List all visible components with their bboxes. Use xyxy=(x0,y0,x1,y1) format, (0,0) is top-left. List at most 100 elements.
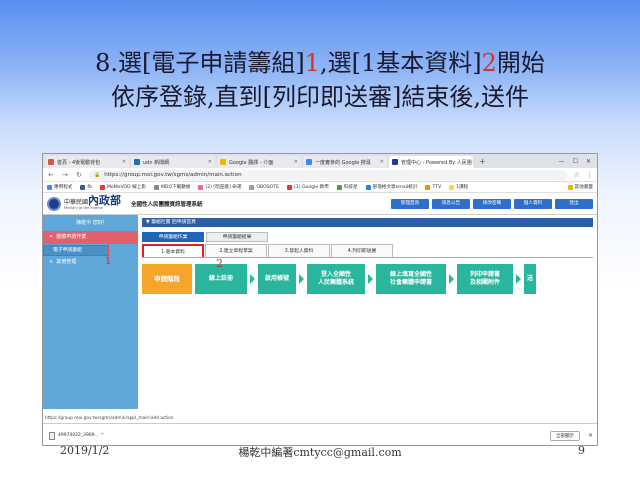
browser-tab[interactable]: 首頁 - 4後電動背包 ✕ xyxy=(45,156,129,168)
bookmark-favicon-icon xyxy=(198,184,204,190)
file-icon xyxy=(49,431,55,440)
sidebar: 陳乾中 您好! ✕ 團體申請作業 電子申請籌組 + 其他管理 xyxy=(43,215,138,409)
step-charter-draft[interactable]: 2.建立章程草案 xyxy=(205,244,267,257)
close-download-icon[interactable]: ✕ xyxy=(588,432,593,439)
tab-favicon-icon xyxy=(48,159,54,165)
tab-favicon-icon xyxy=(306,159,312,165)
flow-step: 啟用帳號 xyxy=(258,264,296,294)
tab-label: Google 翻譯 - 介面 xyxy=(229,159,274,166)
bookmark-item[interactable]: 部落格文章email統計 xyxy=(365,184,418,190)
header-button[interactable]: 個人資料 xyxy=(514,198,552,209)
step-marker-2: 2 xyxy=(216,257,223,270)
bookmark-favicon-icon xyxy=(365,184,371,190)
browser-tab[interactable]: udn 新聞網 ✕ xyxy=(131,156,215,168)
header-button[interactable]: 訊息公告 xyxy=(432,198,470,209)
step-founders[interactable]: 3.發起人資料 xyxy=(268,244,330,257)
bookmark-item[interactable]: (2) [暗巫廠] 命運 xyxy=(198,184,241,190)
tab-apply-form[interactable]: 申請籌組作業 xyxy=(142,232,204,242)
bookmark-item[interactable]: (1) Google 教學 xyxy=(286,184,329,190)
bookmark-favicon-icon xyxy=(449,184,455,190)
collapse-icon: ✕ xyxy=(49,234,54,240)
bookmark-item[interactable]: TTV xyxy=(425,184,442,190)
tab-favicon-icon xyxy=(220,159,226,165)
bookmark-item[interactable]: MoMoVOD 線上影 xyxy=(99,184,146,190)
site-logo[interactable]: 中華民國內政部 Ministry of the Interior xyxy=(64,195,121,210)
slide-title-line1: 8.選[電子申請籌組]1,選[1基本資料]2開始 xyxy=(0,46,640,80)
logo-subtitle: Ministry of the Interior xyxy=(64,206,104,210)
tab-close-icon[interactable]: ✕ xyxy=(380,159,384,165)
download-item[interactable]: 49970022_3969... ^ xyxy=(49,431,104,440)
tab-apply-result[interactable]: 申請籌組結果 xyxy=(206,232,268,242)
tab-label: 管理中心 - Powered By 人民團 xyxy=(401,159,472,166)
bookmark-favicon-icon xyxy=(99,184,105,190)
tab-label: 首頁 - 4後電動背包 xyxy=(57,159,101,166)
header-buttons: 管理首頁 訊息公告 修改密碼 個人資料 登出 xyxy=(391,198,593,209)
new-tab-button[interactable]: + xyxy=(475,156,490,168)
step-tabs: 1.基本資料 2.建立章程草案 3.發起人資料 4.列印即送審 xyxy=(142,244,593,258)
tab-close-icon[interactable]: ✕ xyxy=(472,159,473,165)
browser-tab-bar: 首頁 - 4後電動背包 ✕ udn 新聞網 ✕ Google 翻譯 - 介面 ✕ 一度實參的… xyxy=(43,154,597,168)
bookmark-item[interactable]: 應用程式 xyxy=(47,184,72,190)
header-button[interactable]: 管理首頁 xyxy=(391,198,429,209)
lock-icon: 🔒 xyxy=(94,171,101,178)
slide-footer: 2019/1/2 楊乾中編著cmtycc@gmail.com 9 xyxy=(0,444,640,459)
sidebar-item-e-apply[interactable]: 電子申請籌組 xyxy=(43,245,109,256)
bookmark-favicon-icon xyxy=(425,184,431,190)
breadcrumb[interactable]: ▼ 籌組社團 回申請首頁 xyxy=(142,218,593,227)
title-text-part2: ,選[1基本資料] xyxy=(320,49,482,77)
bookmark-favicon-icon xyxy=(47,184,52,190)
process-flow: 申請階段 線上註冊 啟用帳號 登入全國性 人民團體系統 線上填寫全國性 社會團體申請書… xyxy=(142,264,593,294)
header-button[interactable]: 修改密碼 xyxy=(473,198,511,209)
reload-icon[interactable]: ↻ xyxy=(75,171,83,179)
window-controls: — ☐ ✕ xyxy=(559,156,597,168)
bookmark-label: 科技星 xyxy=(343,185,358,190)
flow-arrow-icon xyxy=(449,274,454,284)
bookmark-label: 部落格文章email統計 xyxy=(372,185,418,190)
step-basic-info[interactable]: 1.基本資料 xyxy=(142,244,204,257)
sidebar-item-other[interactable]: + 其他管理 xyxy=(43,256,138,269)
slide-title: 8.選[電子申請籌組]1,選[1基本資料]2開始 依序登錄,直到[列印即送審]結… xyxy=(0,46,640,114)
forward-icon[interactable]: → xyxy=(61,171,69,179)
menu-icon[interactable]: ⋮ xyxy=(586,171,593,179)
back-icon[interactable]: ← xyxy=(47,171,55,179)
bookmark-other[interactable]: 其他書籤 xyxy=(567,184,593,190)
flow-step: 列印申請書 及相關附件 xyxy=(457,264,513,294)
tab-close-icon[interactable]: ✕ xyxy=(208,159,212,165)
star-icon[interactable]: ☆ xyxy=(574,171,580,179)
step-print-submit[interactable]: 4.列印即送審 xyxy=(331,244,393,257)
flow-step: 登入全國性 人民團體系統 xyxy=(307,264,365,294)
browser-tab[interactable]: Google 翻譯 - 介面 ✕ xyxy=(217,156,301,168)
bookmark-label: MoMoVOD 線上影 xyxy=(106,185,146,190)
tab-close-icon[interactable]: ✕ xyxy=(122,159,126,165)
show-all-button[interactable]: 全部顯示 xyxy=(549,430,580,441)
flow-arrow-icon xyxy=(368,274,373,284)
minimize-icon[interactable]: — xyxy=(559,156,565,168)
moi-logo-icon xyxy=(47,196,61,211)
browser-screenshot: 首頁 - 4後電動背包 ✕ udn 新聞網 ✕ Google 翻譯 - 介面 ✕ 一度實參的… xyxy=(42,153,598,446)
address-bar-row: ← → ↻ 🔒 https://group.moi.gov.tw/sgms/ad… xyxy=(43,168,597,182)
maximize-icon[interactable]: ☐ xyxy=(573,156,578,168)
tab-label: udn 新聞網 xyxy=(143,159,170,166)
bookmark-item[interactable]: 1課程 xyxy=(449,184,468,190)
browser-tab[interactable]: 管理中心 - Powered By 人民團✕ xyxy=(389,156,473,168)
browser-tab[interactable]: 一度實參的 Google 搜尋 ✕ xyxy=(303,156,387,168)
bookmark-item[interactable]: OBOSOTE xyxy=(249,184,279,190)
bookmark-label: TTV xyxy=(432,184,442,190)
tab-close-icon[interactable]: ✕ xyxy=(294,159,298,165)
bookmark-label: OBOSOTE xyxy=(256,184,279,190)
tab-favicon-icon xyxy=(134,159,140,165)
bookmark-item[interactable]: fb xyxy=(80,184,92,190)
bookmark-item[interactable]: 科技星 xyxy=(336,184,358,190)
bookmark-favicon-icon xyxy=(153,184,159,190)
close-icon[interactable]: ✕ xyxy=(586,156,591,168)
header-button[interactable]: 登出 xyxy=(555,198,593,209)
title-text-part1: 8.選[電子申請籌組] xyxy=(95,49,305,77)
url-field[interactable]: 🔒 https://group.moi.gov.tw/sgms/admin/ma… xyxy=(89,169,568,180)
expand-icon: + xyxy=(49,259,54,265)
logo-prefix: 中華民國 xyxy=(64,199,89,206)
bookmark-label: (1) Google 教學 xyxy=(293,185,329,190)
bookmarks-bar: 應用程式 fb MoMoVOD 線上影 MDO下載數據 (2) [暗巫廠] 命運 OBOS… xyxy=(43,182,597,193)
url-text: https://group.moi.gov.tw/sgms/admin/main… xyxy=(104,171,242,178)
bookmark-item[interactable]: MDO下載數據 xyxy=(153,184,190,190)
sidebar-item-group-apply[interactable]: ✕ 團體申請作業 xyxy=(43,231,138,244)
